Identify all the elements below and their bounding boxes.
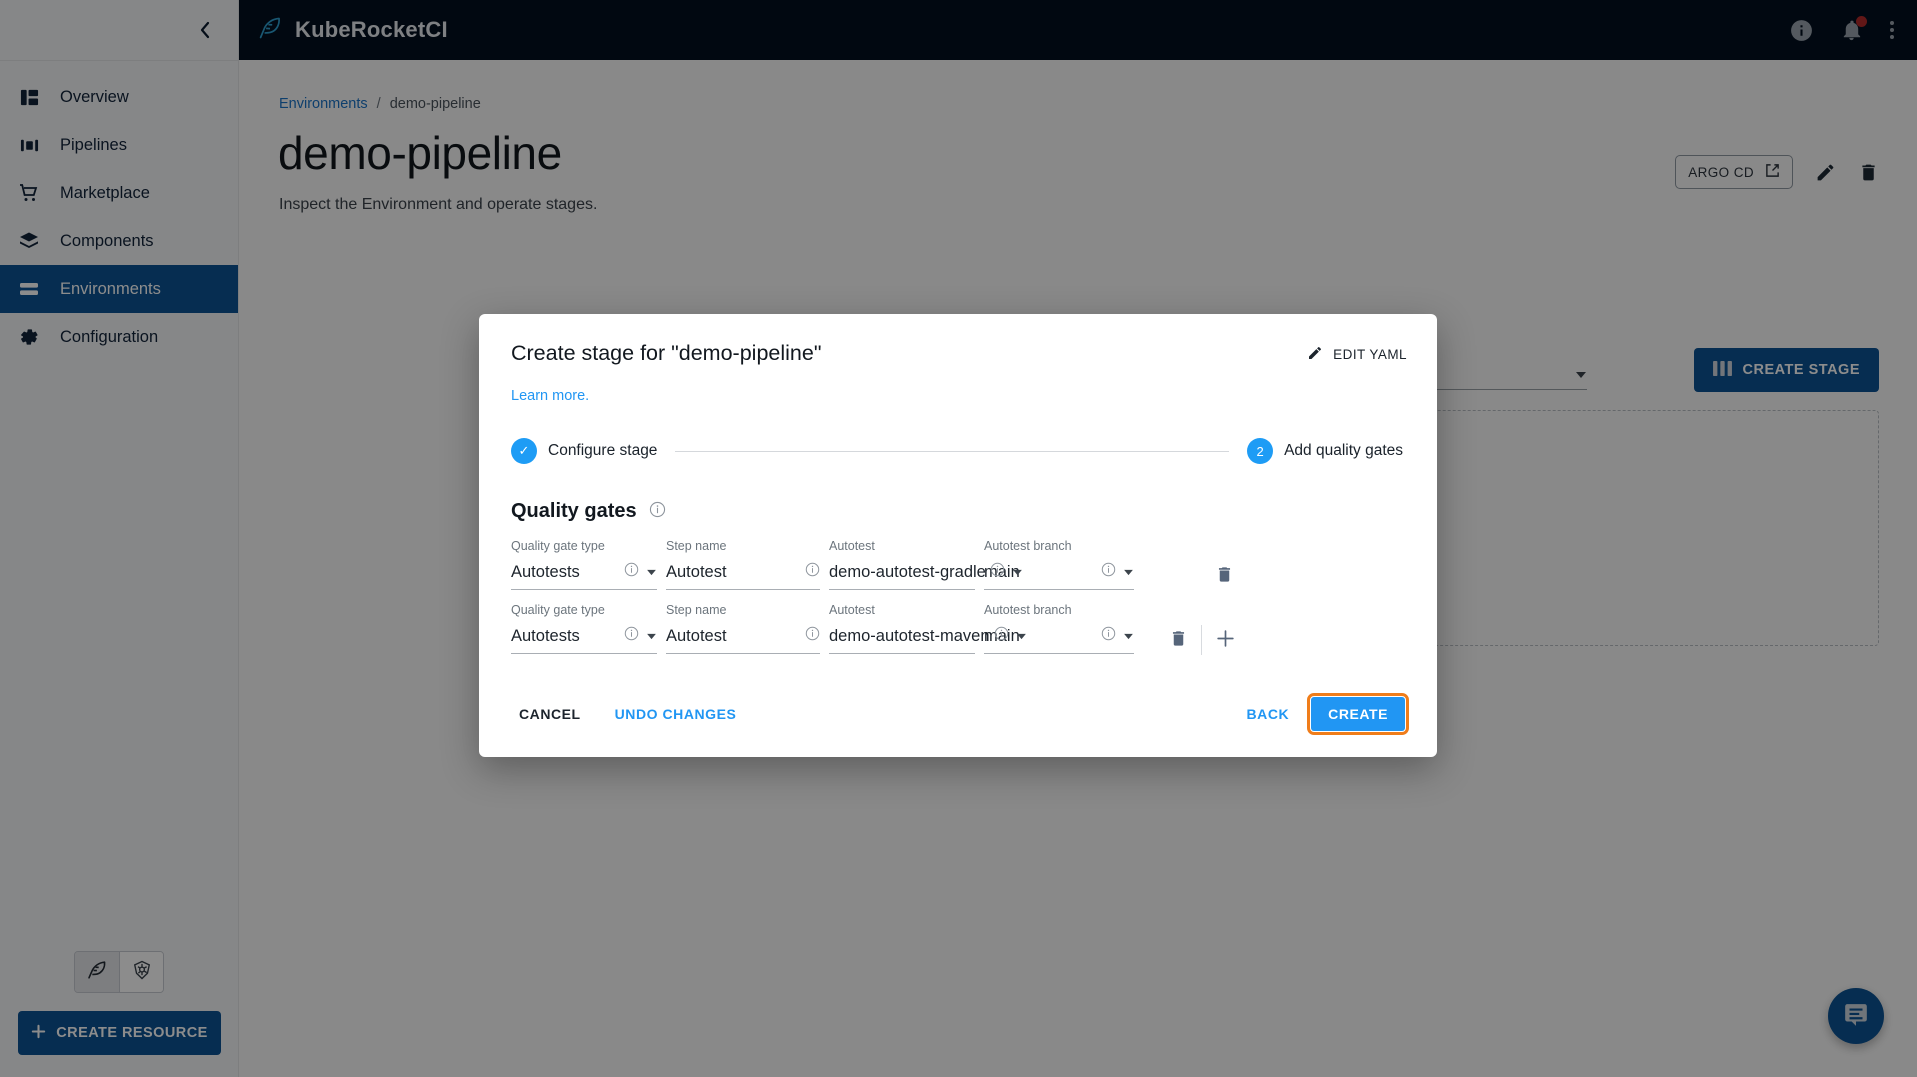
field-icons: [620, 626, 657, 646]
row-actions: [1201, 539, 1247, 599]
autotest-select[interactable]: demo-autotest-gradle: [829, 557, 1022, 590]
info-circle-icon[interactable]: [649, 501, 666, 523]
cancel-button[interactable]: CANCEL: [511, 700, 589, 728]
quality-gates-rows: Quality gate type Autotests Step name Au…: [479, 523, 1437, 667]
field-label: Quality gate type: [511, 603, 605, 617]
edit-yaml-label: EDIT YAML: [1333, 347, 1407, 362]
field-label: Autotest: [829, 539, 875, 553]
field-icons: [1097, 562, 1134, 582]
step-add-quality-gates[interactable]: 2 Add quality gates: [1247, 438, 1403, 464]
dialog-stepper: ✓ Configure stage 2 Add quality gates: [479, 404, 1437, 464]
autotest-field: Autotest demo-autotest-gradle: [829, 539, 1022, 590]
delete-quality-gate-button[interactable]: [1155, 617, 1201, 663]
dialog-header: Create stage for "demo-pipeline" EDIT YA…: [479, 314, 1437, 366]
field-label: Autotest branch: [984, 539, 1072, 553]
undo-changes-button[interactable]: UNDO CHANGES: [607, 700, 745, 728]
create-button[interactable]: CREATE: [1307, 693, 1409, 735]
field-icons: [801, 562, 820, 582]
section-title: Quality gates: [511, 500, 637, 522]
pencil-icon: [1307, 345, 1323, 364]
step-name-input[interactable]: Autotest: [666, 621, 820, 654]
field-icons: [990, 626, 1027, 646]
info-circle-icon[interactable]: [624, 562, 639, 582]
autotest-field: Autotest demo-autotest-maven: [829, 603, 1026, 654]
edit-yaml-button[interactable]: EDIT YAML: [1307, 341, 1407, 364]
chevron-down-icon[interactable]: [1012, 563, 1023, 581]
step-connector: [675, 450, 1230, 452]
field-label: Step name: [666, 603, 727, 617]
quality-gate-type-select[interactable]: Autotests: [511, 621, 657, 654]
field-value: Autotests: [511, 626, 580, 645]
plus-icon: [1215, 628, 1236, 652]
info-circle-icon[interactable]: [990, 562, 1005, 582]
info-circle-icon[interactable]: [1101, 626, 1116, 646]
field-value: demo-autotest-maven: [829, 626, 990, 645]
quality-gate-type-field: Quality gate type Autotests: [511, 603, 657, 654]
app-root: Overview Pipelines Marketplace Component…: [0, 0, 1917, 1077]
delete-quality-gate-button[interactable]: [1201, 553, 1247, 599]
step-configure-stage[interactable]: ✓ Configure stage: [511, 438, 657, 464]
field-icons: [986, 562, 1023, 582]
step-label: Configure stage: [548, 442, 658, 459]
step-name-input[interactable]: Autotest: [666, 557, 820, 590]
step-name-field: Step name Autotest: [666, 603, 820, 654]
learn-more-link[interactable]: Learn more.: [479, 366, 1437, 404]
dialog-footer: CANCEL UNDO CHANGES BACK CREATE: [479, 667, 1437, 757]
trash-icon: [1215, 565, 1234, 587]
row-actions: [1155, 603, 1248, 663]
field-value: Autotest: [666, 562, 727, 581]
quality-gate-type-field: Quality gate type Autotests: [511, 539, 657, 590]
autotest-select[interactable]: demo-autotest-maven: [829, 621, 1026, 654]
field-label: Quality gate type: [511, 539, 605, 553]
step-name-field: Step name Autotest: [666, 539, 820, 590]
quality-gate-type-select[interactable]: Autotests: [511, 557, 657, 590]
field-label: Step name: [666, 539, 727, 553]
field-value: demo-autotest-gradle: [829, 562, 986, 581]
step-label: Add quality gates: [1284, 442, 1403, 459]
trash-icon: [1169, 629, 1188, 651]
step-marker: 2: [1247, 438, 1274, 464]
info-circle-icon[interactable]: [805, 562, 820, 582]
info-circle-icon[interactable]: [805, 626, 820, 646]
info-circle-icon[interactable]: [1101, 562, 1116, 582]
quality-gate-row: Quality gate type Autotests Step name Au…: [511, 603, 1437, 667]
quality-gate-row: Quality gate type Autotests Step name Au…: [511, 539, 1437, 603]
quality-gates-heading: Quality gates: [479, 464, 1437, 523]
chevron-down-icon[interactable]: [646, 627, 657, 645]
chevron-down-icon[interactable]: [646, 563, 657, 581]
chevron-down-icon[interactable]: [1016, 627, 1027, 645]
dialog-title: Create stage for "demo-pipeline": [511, 341, 822, 365]
info-circle-icon[interactable]: [624, 626, 639, 646]
step-marker: ✓: [511, 438, 537, 464]
add-quality-gate-button[interactable]: [1202, 617, 1248, 663]
field-value: Autotest: [666, 626, 727, 645]
field-value: Autotests: [511, 562, 580, 581]
chevron-down-icon[interactable]: [1123, 563, 1134, 581]
field-icons: [1097, 626, 1134, 646]
field-label: Autotest: [829, 603, 875, 617]
chevron-down-icon[interactable]: [1123, 627, 1134, 645]
info-circle-icon[interactable]: [994, 626, 1009, 646]
field-label: Autotest branch: [984, 603, 1072, 617]
field-icons: [620, 562, 657, 582]
create-stage-dialog: Create stage for "demo-pipeline" EDIT YA…: [479, 314, 1437, 757]
back-button[interactable]: BACK: [1239, 700, 1298, 728]
field-icons: [801, 626, 820, 646]
